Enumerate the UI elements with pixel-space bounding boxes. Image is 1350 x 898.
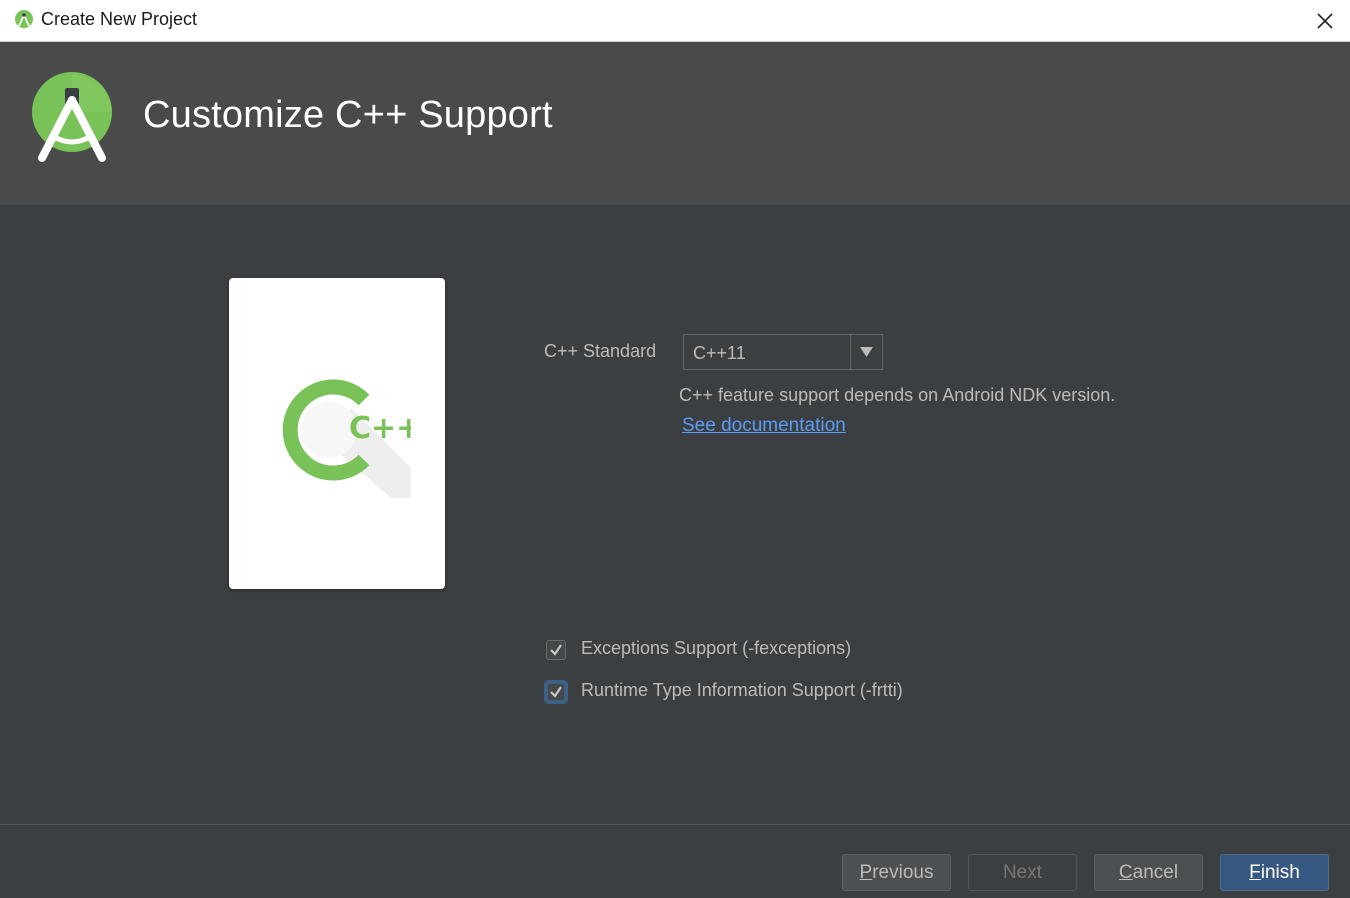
rtti-support-checkbox[interactable] <box>546 682 566 702</box>
wizard-header: Customize C++ Support <box>0 42 1350 205</box>
previous-button[interactable]: Previous <box>842 854 951 891</box>
cpp-standard-value: C++11 <box>693 343 746 363</box>
chevron-down-icon <box>860 347 873 357</box>
exceptions-support-checkbox[interactable] <box>546 640 566 660</box>
footer-divider <box>0 824 1350 825</box>
next-button[interactable]: Next <box>968 854 1077 891</box>
cpp-icon: C++ <box>282 379 411 498</box>
close-icon[interactable] <box>1312 8 1338 34</box>
dropdown-arrow-button[interactable] <box>850 335 882 369</box>
window-title-bar: Create New Project <box>0 0 1350 42</box>
checkmark-icon <box>550 644 562 656</box>
page-title: Customize C++ Support <box>143 94 553 136</box>
cpp-standard-dropdown[interactable]: C++11 <box>683 334 883 370</box>
see-documentation-link[interactable]: See documentation <box>682 415 846 437</box>
cancel-button[interactable]: Cancel <box>1094 854 1203 891</box>
rtti-support-label: Runtime Type Information Support (-frtti… <box>581 680 903 700</box>
android-studio-icon <box>15 10 33 28</box>
checkmark-icon <box>550 686 562 698</box>
cpp-standard-label: C++ Standard <box>544 341 657 361</box>
android-studio-logo-icon <box>32 72 112 162</box>
finish-button[interactable]: Finish <box>1220 854 1329 891</box>
exceptions-support-label: Exceptions Support (-fexceptions) <box>581 638 852 658</box>
cpp-illustration-card: C++ <box>229 278 445 589</box>
ndk-note: C++ feature support depends on Android N… <box>679 385 1116 405</box>
window-title: Create New Project <box>41 9 198 29</box>
cpp-icon-text: C++ <box>349 411 411 446</box>
